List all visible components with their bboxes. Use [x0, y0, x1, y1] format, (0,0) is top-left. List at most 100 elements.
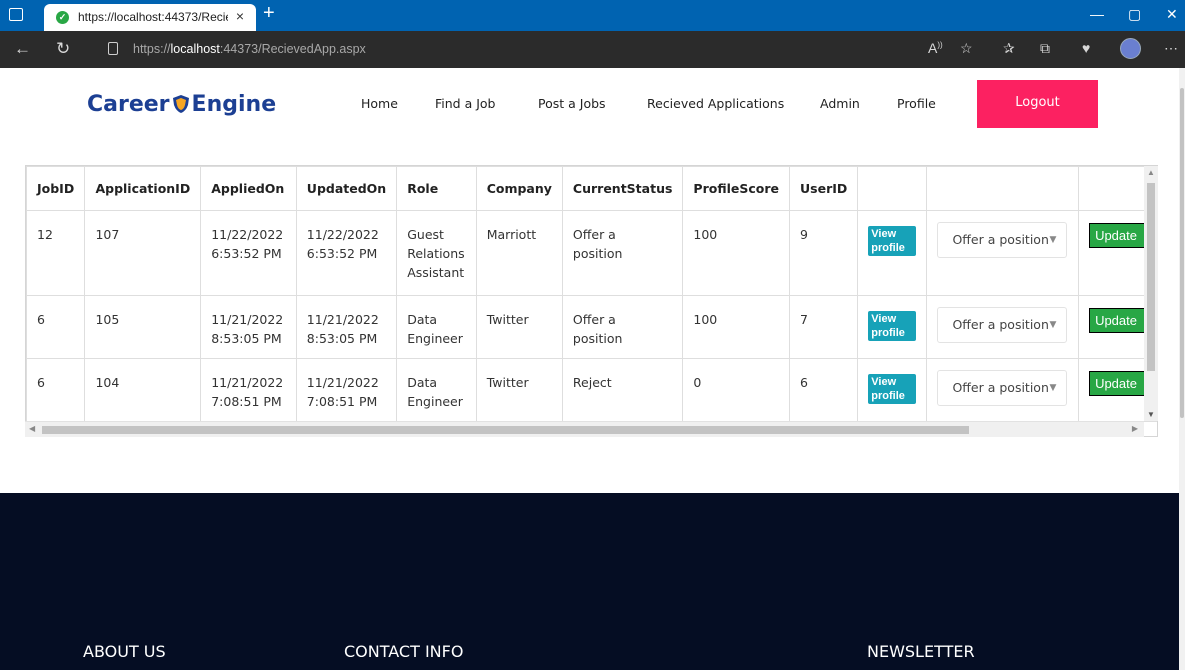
cell-jobid: 6 [26, 295, 86, 359]
favorite-icon[interactable]: ☆ [960, 40, 973, 57]
browser-tab[interactable]: ✓ https://localhost:44373/Recieved × [44, 4, 256, 31]
restore-button[interactable]: ▢ [1128, 6, 1141, 23]
cell-updatedon: 11/22/2022 6:53:52 PM [295, 210, 398, 296]
logout-button[interactable]: Logout [977, 80, 1098, 128]
grid-horizontal-scroll-thumb[interactable] [42, 426, 969, 434]
cell-updatedon: 11/21/2022 8:53:05 PM [295, 295, 398, 359]
col-company: Company [475, 166, 563, 211]
nav-find-a-job[interactable]: Find a Job [435, 96, 496, 111]
update-button[interactable]: Update [1089, 223, 1146, 248]
footer-newsletter-heading: NEWSLETTER [867, 642, 975, 661]
status-select-value: Offer a position [952, 232, 1049, 247]
cell-userid: 7 [788, 295, 859, 359]
url-text[interactable]: https://localhost:44373/RecievedApp.aspx [133, 42, 366, 56]
cell-company: Twitter [475, 295, 563, 359]
status-select-value: Offer a position [952, 380, 1049, 395]
view-profile-button[interactable]: View profile [868, 311, 917, 341]
new-tab-button[interactable]: + [263, 2, 275, 25]
cell-status: Offer a position [561, 210, 684, 296]
grid-vertical-scroll-thumb[interactable] [1147, 183, 1155, 371]
cell-appliedon: 11/22/2022 6:53:52 PM [200, 210, 297, 296]
status-select[interactable]: Offer a position ▼ [937, 222, 1068, 258]
refresh-icon[interactable]: ↻ [56, 39, 70, 59]
col-appliedon: AppliedOn [200, 166, 297, 211]
scroll-up-icon[interactable]: ▲ [1147, 168, 1155, 177]
cell-role: Guest Relations Assistant [396, 210, 477, 296]
scroll-left-icon[interactable]: ◀ [29, 424, 35, 433]
cell-jobid: 12 [26, 210, 86, 296]
cell-jobid: 6 [26, 358, 86, 422]
page-scroll-thumb[interactable] [1180, 88, 1184, 418]
update-button[interactable]: Update [1089, 308, 1146, 333]
cell-applicationid: 105 [84, 295, 202, 359]
lock-icon[interactable] [108, 42, 118, 55]
cell-action: Offer a position ▼ [926, 210, 1080, 296]
tab-title: https://localhost:44373/Recieved [78, 10, 228, 24]
nav-post-a-jobs[interactable]: Post a Jobs [538, 96, 606, 111]
url-field[interactable]: https://localhost:44373/RecievedApp.aspx [96, 36, 1152, 63]
window-icon[interactable] [9, 8, 23, 21]
chevron-down-icon: ▼ [1049, 320, 1057, 330]
col-profilescore: ProfileScore [682, 166, 790, 211]
nav-home[interactable]: Home [361, 96, 398, 111]
footer-contact-info-heading: CONTACT INFO [344, 642, 464, 661]
cell-profilescore: 0 [682, 358, 790, 422]
tab-close-icon[interactable]: × [236, 8, 244, 24]
more-icon[interactable]: ⋯ [1164, 40, 1178, 57]
read-aloud-icon[interactable]: A)) [928, 40, 943, 56]
chevron-down-icon: ▼ [1049, 383, 1057, 393]
cell-company: Marriott [475, 210, 563, 296]
profile-avatar-icon[interactable] [1120, 38, 1141, 59]
browser-tab-bar: ✓ https://localhost:44373/Recieved × + —… [0, 0, 1185, 31]
cell-company: Twitter [475, 358, 563, 422]
status-select-value: Offer a position [952, 317, 1049, 332]
status-select[interactable]: Offer a position ▼ [937, 370, 1068, 406]
cell-action: Offer a position ▼ [926, 358, 1080, 422]
favorites-icon[interactable]: ✰ [1003, 40, 1015, 57]
cell-applicationid: 107 [84, 210, 202, 296]
scroll-down-icon[interactable]: ▼ [1147, 410, 1155, 419]
back-icon[interactable]: ← [14, 39, 31, 59]
view-profile-button[interactable]: View profile [868, 374, 917, 404]
col-currentstatus: CurrentStatus [561, 166, 684, 211]
minimize-button[interactable]: — [1090, 6, 1104, 22]
col-view [857, 166, 928, 211]
grid-horizontal-scrollbar[interactable]: ◀ ▶ [25, 421, 1144, 437]
applications-grid: JobID ApplicationID AppliedOn UpdatedOn … [25, 165, 1158, 437]
collections-icon[interactable]: ⧉ [1040, 40, 1050, 57]
chevron-down-icon: ▼ [1049, 235, 1057, 245]
cell-view: View profile [857, 295, 928, 359]
favicon-check-icon: ✓ [56, 11, 69, 24]
footer: ABOUT US CONTACT INFO NEWSLETTER [0, 493, 1179, 670]
status-select[interactable]: Offer a position ▼ [937, 307, 1068, 343]
cell-role: Data Engineer [396, 358, 477, 422]
grid-vertical-scrollbar[interactable]: ▲ ▼ [1144, 166, 1158, 421]
health-icon[interactable]: ♥ [1082, 40, 1090, 56]
cell-view: View profile [857, 210, 928, 296]
close-window-button[interactable]: ✕ [1166, 6, 1178, 23]
update-button[interactable]: Update [1089, 371, 1146, 396]
cell-action: Offer a position ▼ [926, 295, 1080, 359]
cell-role: Data Engineer [396, 295, 477, 359]
site-logo[interactable]: Career Engine [87, 92, 276, 117]
footer-about-us-heading: ABOUT US [83, 642, 166, 661]
cell-applicationid: 104 [84, 358, 202, 422]
nav-recieved-applications[interactable]: Recieved Applications [647, 96, 784, 111]
cell-view: View profile [857, 358, 928, 422]
nav-profile[interactable]: Profile [897, 96, 936, 111]
table-row: 12 107 11/22/2022 6:53:52 PM 11/22/2022 6:… [26, 210, 1157, 296]
col-jobid: JobID [26, 166, 86, 211]
scroll-right-icon[interactable]: ▶ [1132, 424, 1138, 433]
cell-updatedon: 11/21/2022 7:08:51 PM [295, 358, 398, 422]
cell-userid: 6 [788, 358, 859, 422]
nav-admin[interactable]: Admin [820, 96, 860, 111]
col-action [926, 166, 1080, 211]
col-role: Role [396, 166, 477, 211]
address-bar-row: ← ↻ https://localhost:44373/RecievedApp.… [0, 31, 1185, 68]
cell-status: Reject [561, 358, 684, 422]
view-profile-button[interactable]: View profile [868, 226, 917, 256]
col-userid: UserID [788, 166, 859, 211]
page-vertical-scrollbar[interactable] [1179, 68, 1185, 670]
shield-logo-icon [172, 95, 189, 113]
col-updatedon: UpdatedOn [295, 166, 398, 211]
